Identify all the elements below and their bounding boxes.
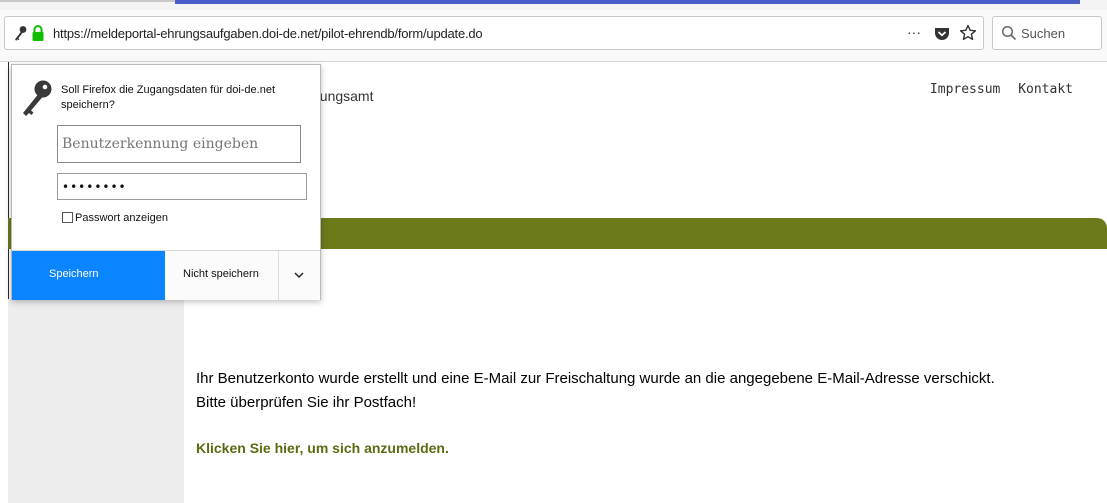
save-button[interactable]: Speichern bbox=[12, 251, 165, 300]
key-icon[interactable] bbox=[13, 25, 27, 43]
password-save-popup: Soll Firefox die Zugangsdaten für doi-de… bbox=[11, 64, 321, 300]
bookmark-star-icon[interactable] bbox=[959, 24, 977, 42]
url-text[interactable]: https://meldeportal-ehrungsaufgaben.doi-… bbox=[53, 26, 483, 41]
page-actions-more-icon[interactable]: ··· bbox=[907, 25, 927, 41]
pocket-icon[interactable] bbox=[933, 25, 951, 43]
search-placeholder: Suchen bbox=[1021, 26, 1066, 41]
search-icon bbox=[1001, 25, 1017, 41]
popup-button-row: Speichern Nicht speichern bbox=[12, 250, 320, 300]
url-bar[interactable]: https://meldeportal-ehrungsaufgaben.doi-… bbox=[4, 16, 984, 50]
top-links: Impressum Kontakt bbox=[920, 82, 1073, 97]
login-link[interactable]: Klicken Sie hier, um sich anzumelden. bbox=[196, 440, 449, 456]
tab-strip bbox=[0, 0, 1107, 10]
checkbox-box[interactable] bbox=[62, 212, 73, 223]
active-tab-indicator bbox=[175, 0, 1080, 4]
more-options-button[interactable] bbox=[278, 251, 320, 300]
kontakt-link[interactable]: Kontakt bbox=[1018, 82, 1073, 97]
search-bar[interactable]: Suchen bbox=[992, 16, 1102, 50]
key-icon bbox=[23, 80, 52, 116]
tab-strip-edge bbox=[0, 0, 175, 2]
chevron-down-icon bbox=[294, 272, 304, 279]
show-password-label: Passwort anzeigen bbox=[75, 212, 168, 224]
confirmation-message-hint: Bitte überprüfen Sie ihr Postfach! bbox=[196, 394, 417, 411]
username-input[interactable] bbox=[57, 125, 301, 163]
page-sidebar bbox=[8, 299, 184, 503]
navigation-toolbar: https://meldeportal-ehrungsaufgaben.doi-… bbox=[0, 10, 1107, 62]
impressum-link[interactable]: Impressum bbox=[930, 82, 1000, 97]
confirmation-message: Ihr Benutzerkonto wurde erstellt und ein… bbox=[196, 370, 995, 387]
show-password-checkbox[interactable]: Passwort anzeigen bbox=[62, 212, 168, 224]
dont-save-button[interactable]: Nicht speichern bbox=[165, 251, 278, 300]
password-input[interactable] bbox=[57, 173, 307, 200]
save-credentials-question: Soll Firefox die Zugangsdaten für doi-de… bbox=[61, 84, 276, 111]
lock-icon[interactable] bbox=[31, 24, 45, 42]
